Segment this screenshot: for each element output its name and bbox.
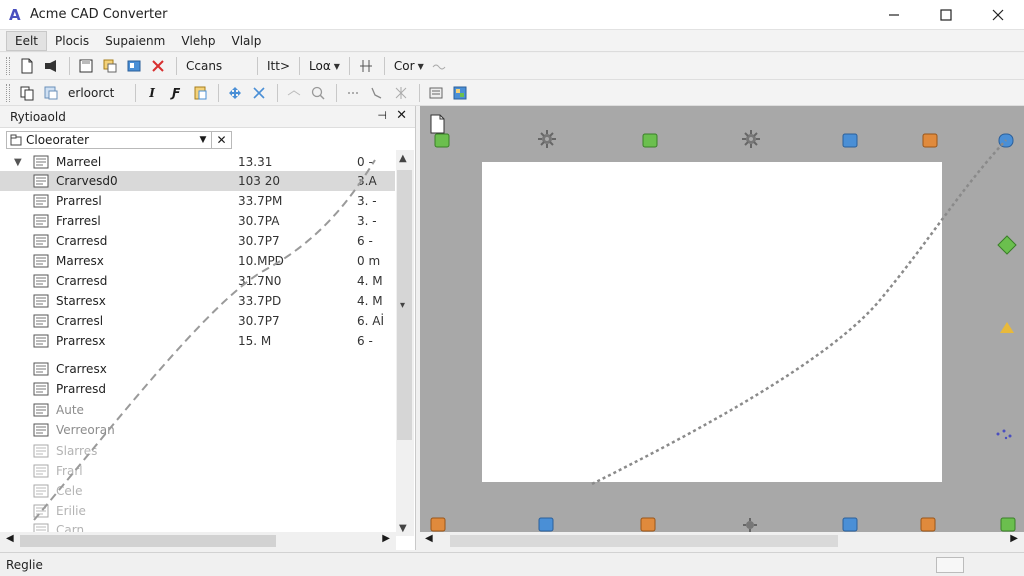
scrollbar-thumb[interactable] (450, 535, 838, 547)
scroll-right-icon[interactable]: ▶ (1010, 533, 1018, 544)
canvas-horizontal-scrollbar[interactable]: ◀ ▶ (420, 532, 1024, 550)
status-bar: Reglie (0, 552, 1024, 576)
status-indicator (936, 557, 964, 573)
scroll-left-icon[interactable]: ◀ (425, 533, 433, 544)
status-text: Reglie (6, 557, 43, 572)
dashed-curve-overlay (33, 139, 1007, 521)
